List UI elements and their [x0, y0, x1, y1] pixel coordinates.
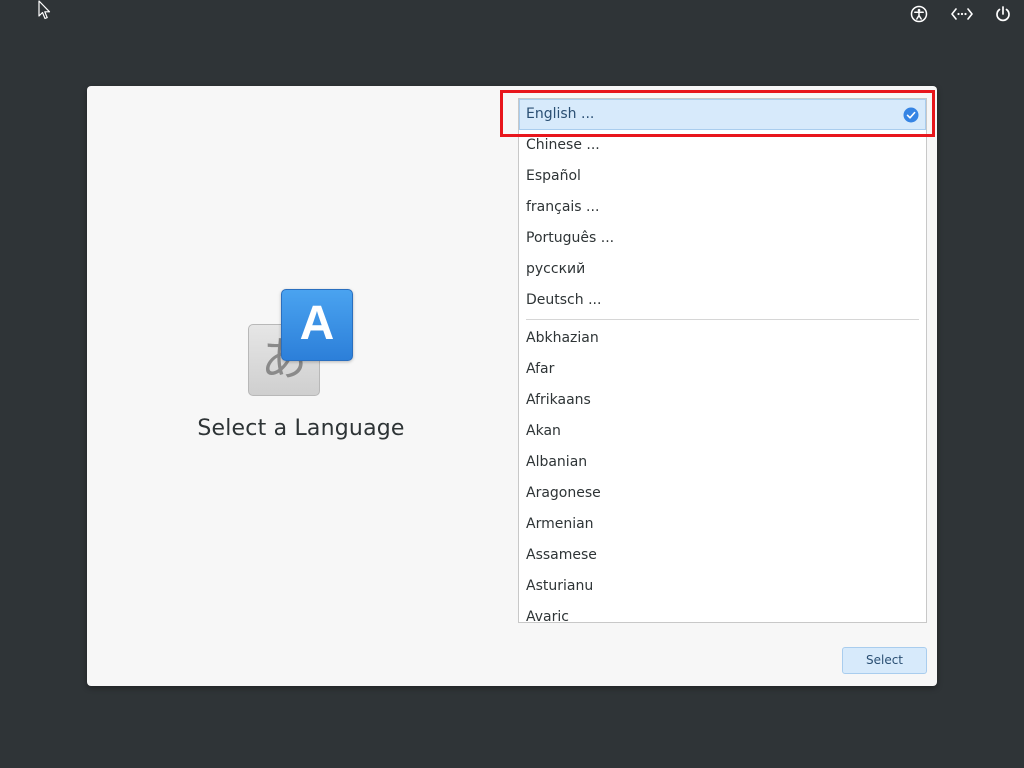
language-item-label: Deutsch ... — [526, 292, 602, 308]
language-item-akan[interactable]: Akan — [519, 416, 926, 447]
language-item-afar[interactable]: Afar — [519, 354, 926, 385]
language-item-francais[interactable]: français ... — [519, 192, 926, 223]
language-item-label: English ... — [526, 106, 595, 122]
mouse-cursor-icon — [38, 0, 52, 20]
language-item-label: Armenian — [526, 516, 594, 532]
language-illustration-icon: あ A — [248, 289, 354, 397]
language-item-label: русский — [526, 261, 586, 277]
network-icon[interactable] — [951, 5, 973, 23]
language-item-label: Abkhazian — [526, 330, 599, 346]
language-item-albanian[interactable]: Albanian — [519, 447, 926, 478]
language-item-afrikaans[interactable]: Afrikaans — [519, 385, 926, 416]
latin-tile-icon: A — [281, 289, 353, 361]
language-item-assamese[interactable]: Assamese — [519, 540, 926, 571]
language-item-armenian[interactable]: Armenian — [519, 509, 926, 540]
language-item-espanol[interactable]: Español — [519, 161, 926, 192]
language-item-avaric[interactable]: Avaric — [519, 602, 926, 623]
language-item-english[interactable]: English ... — [519, 99, 926, 130]
accessibility-icon[interactable] — [910, 5, 928, 23]
list-divider — [526, 319, 919, 320]
language-item-label: Afar — [526, 361, 555, 377]
language-item-label: Asturianu — [526, 578, 594, 594]
language-item-label: français ... — [526, 199, 600, 215]
power-icon[interactable] — [994, 5, 1012, 23]
language-item-chinese[interactable]: Chinese ... — [519, 130, 926, 161]
language-item-label: Assamese — [526, 547, 597, 563]
language-item-label: Avaric — [526, 609, 569, 623]
page-title: Select a Language — [197, 416, 405, 441]
language-item-abkhazian[interactable]: Abkhazian — [519, 323, 926, 354]
language-list[interactable]: English ... Chinese ... Español français… — [518, 98, 927, 623]
select-button[interactable]: Select — [842, 647, 927, 674]
language-item-label: Aragonese — [526, 485, 601, 501]
language-item-deutsch[interactable]: Deutsch ... — [519, 285, 926, 316]
language-item-label: Chinese ... — [526, 137, 600, 153]
latin-glyph: A — [299, 297, 335, 350]
language-item-label: Español — [526, 168, 581, 184]
language-item-label: Akan — [526, 423, 561, 439]
desktop-screen: あ A Select a Language English ... Chines… — [0, 0, 1024, 768]
language-item-label: Português ... — [526, 230, 615, 246]
language-item-portugues[interactable]: Português ... — [519, 223, 926, 254]
language-item-label: Albanian — [526, 454, 588, 470]
language-item-russian[interactable]: русский — [519, 254, 926, 285]
language-item-aragonese[interactable]: Aragonese — [519, 478, 926, 509]
language-dialog: あ A Select a Language English ... Chines… — [87, 86, 937, 686]
language-item-asturianu[interactable]: Asturianu — [519, 571, 926, 602]
checkmark-icon — [903, 107, 919, 123]
language-item-label: Afrikaans — [526, 392, 591, 408]
